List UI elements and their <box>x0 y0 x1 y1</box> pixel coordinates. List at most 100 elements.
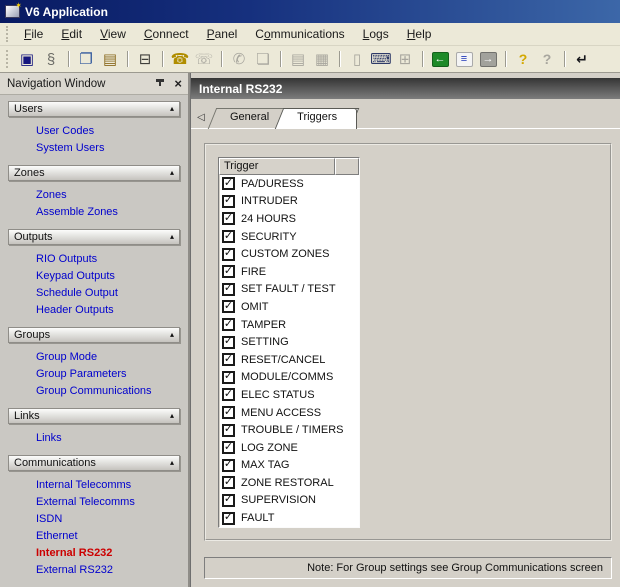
nav-schedule-output[interactable]: Schedule Output <box>36 285 180 302</box>
empty-column-header[interactable] <box>335 158 359 175</box>
calculator-button[interactable]: ⊞ <box>393 48 417 70</box>
nav-internal-rs232[interactable]: Internal RS232 <box>36 545 180 562</box>
tab-scroll-left-icon[interactable]: ◁ <box>194 108 208 126</box>
menubar-grip[interactable] <box>6 26 11 41</box>
paste-button[interactable]: ▤ <box>98 48 122 70</box>
collapse-arrow-icon[interactable]: ▴ <box>170 233 174 241</box>
trigger-row[interactable]: ✓ ZONE RESTORAL <box>219 474 359 492</box>
trigger-checkbox[interactable]: ✓ <box>222 195 235 208</box>
trigger-row[interactable]: ✓ FAULT <box>219 509 359 527</box>
details-button[interactable]: ≡ <box>452 48 476 70</box>
close-icon[interactable]: × <box>174 77 182 90</box>
section-groups[interactable]: Groups ▴ <box>8 327 180 343</box>
title-bar[interactable]: V6 Application <box>0 0 620 23</box>
menu-file[interactable]: File <box>15 25 52 43</box>
trigger-checkbox[interactable]: ✓ <box>222 177 235 190</box>
section-users[interactable]: Users ▴ <box>8 101 180 117</box>
trigger-checkbox[interactable]: ✓ <box>222 441 235 454</box>
nav-rio-outputs[interactable]: RIO Outputs <box>36 251 180 268</box>
nav-header-outputs[interactable]: Header Outputs <box>36 302 180 319</box>
print-button[interactable]: ⊟ <box>133 48 157 70</box>
nav-group-mode[interactable]: Group Mode <box>36 349 180 366</box>
menu-edit[interactable]: Edit <box>52 25 91 43</box>
nav-assemble-zones[interactable]: Assemble Zones <box>36 204 180 221</box>
trigger-row[interactable]: ✓ FIRE <box>219 263 359 281</box>
upload-button[interactable]: ❏ <box>251 48 275 70</box>
help-button[interactable]: ? <box>511 48 535 70</box>
menu-communications[interactable]: Communications <box>246 25 353 43</box>
nav-external-rs232[interactable]: External RS232 <box>36 562 180 579</box>
nav-group-communications[interactable]: Group Communications <box>36 383 180 400</box>
menu-logs[interactable]: Logs <box>354 25 398 43</box>
nav-zones[interactable]: Zones <box>36 187 180 204</box>
trigger-checkbox[interactable]: ✓ <box>222 212 235 225</box>
nav-user-codes[interactable]: User Codes <box>36 123 180 140</box>
enter-button[interactable]: ↵ <box>570 48 594 70</box>
remote-access-button[interactable]: ⌨ <box>369 48 393 70</box>
section-zones[interactable]: Zones ▴ <box>8 165 180 181</box>
collapse-arrow-icon[interactable]: ▴ <box>170 412 174 420</box>
section-outputs[interactable]: Outputs ▴ <box>8 229 180 245</box>
trigger-checkbox[interactable]: ✓ <box>222 424 235 437</box>
trigger-row[interactable]: ✓ RESET/CANCEL <box>219 351 359 369</box>
trigger-row[interactable]: ✓ SUPERVISION <box>219 492 359 510</box>
trigger-row[interactable]: ✓ PA/DURESS <box>219 175 359 193</box>
collapse-arrow-icon[interactable]: ▴ <box>170 331 174 339</box>
nav-system-users[interactable]: System Users <box>36 140 180 157</box>
trigger-row[interactable]: ✓ SET FAULT / TEST <box>219 281 359 299</box>
pin-icon[interactable] <box>154 78 166 90</box>
nav-group-parameters[interactable]: Group Parameters <box>36 366 180 383</box>
nav-keypad-outputs[interactable]: Keypad Outputs <box>36 268 180 285</box>
toolbar-grip[interactable] <box>6 50 11 68</box>
menu-help[interactable]: Help <box>398 25 441 43</box>
address-book-button[interactable]: ▤ <box>286 48 310 70</box>
save-button[interactable]: ▣ <box>15 48 39 70</box>
trigger-checkbox[interactable]: ✓ <box>222 476 235 489</box>
trigger-row[interactable]: ✓ CUSTOM ZONES <box>219 245 359 263</box>
trigger-row[interactable]: ✓ TROUBLE / TIMERS <box>219 421 359 439</box>
attach-button[interactable]: § <box>39 48 63 70</box>
trigger-checkbox[interactable]: ✓ <box>222 406 235 419</box>
connect-button[interactable]: ☎ <box>168 48 192 70</box>
trigger-row[interactable]: ✓ OMIT <box>219 298 359 316</box>
nav-external-telecomms[interactable]: External Telecomms <box>36 494 180 511</box>
trigger-row[interactable]: ✓ SECURITY <box>219 228 359 246</box>
trigger-checkbox[interactable]: ✓ <box>222 512 235 525</box>
section-communications[interactable]: Communications ▴ <box>8 455 180 471</box>
send-receive-button[interactable]: ✆ <box>227 48 251 70</box>
trigger-row[interactable]: ✓ ELEC STATUS <box>219 386 359 404</box>
trigger-row[interactable]: ✓ MAX TAG <box>219 457 359 475</box>
trigger-row[interactable]: ✓ TAMPER <box>219 316 359 334</box>
trigger-checkbox[interactable]: ✓ <box>222 459 235 472</box>
nav-links[interactable]: Links <box>36 430 180 447</box>
trigger-row[interactable]: ✓ MODULE/COMMS <box>219 369 359 387</box>
menu-panel[interactable]: Panel <box>198 25 247 43</box>
forward-button[interactable]: → <box>476 48 500 70</box>
nav-internal-telecomms[interactable]: Internal Telecomms <box>36 477 180 494</box>
section-links[interactable]: Links ▴ <box>8 408 180 424</box>
tab-triggers[interactable]: Triggers <box>279 108 355 129</box>
trigger-row[interactable]: ✓ MENU ACCESS <box>219 404 359 422</box>
trigger-checkbox[interactable]: ✓ <box>222 494 235 507</box>
trigger-checkbox[interactable]: ✓ <box>222 230 235 243</box>
trigger-checkbox[interactable]: ✓ <box>222 371 235 384</box>
panel-view-button[interactable]: ▦ <box>310 48 334 70</box>
trigger-row[interactable]: ✓ LOG ZONE <box>219 439 359 457</box>
trigger-checkbox[interactable]: ✓ <box>222 336 235 349</box>
trigger-checkbox[interactable]: ✓ <box>222 265 235 278</box>
trigger-checkbox[interactable]: ✓ <box>222 318 235 331</box>
nav-isdn[interactable]: ISDN <box>36 511 180 528</box>
context-help-button[interactable]: ? <box>535 48 559 70</box>
trigger-column-header[interactable]: Trigger <box>219 158 335 175</box>
site-button[interactable]: ▯ <box>345 48 369 70</box>
trigger-checkbox[interactable]: ✓ <box>222 388 235 401</box>
menu-view[interactable]: View <box>91 25 135 43</box>
disconnect-button[interactable]: ☏ <box>192 48 216 70</box>
trigger-checkbox[interactable]: ✓ <box>222 283 235 296</box>
trigger-row[interactable]: ✓ 24 HOURS <box>219 210 359 228</box>
collapse-arrow-icon[interactable]: ▴ <box>170 459 174 467</box>
menu-connect[interactable]: Connect <box>135 25 198 43</box>
collapse-arrow-icon[interactable]: ▴ <box>170 105 174 113</box>
trigger-checkbox[interactable]: ✓ <box>222 300 235 313</box>
trigger-checkbox[interactable]: ✓ <box>222 353 235 366</box>
